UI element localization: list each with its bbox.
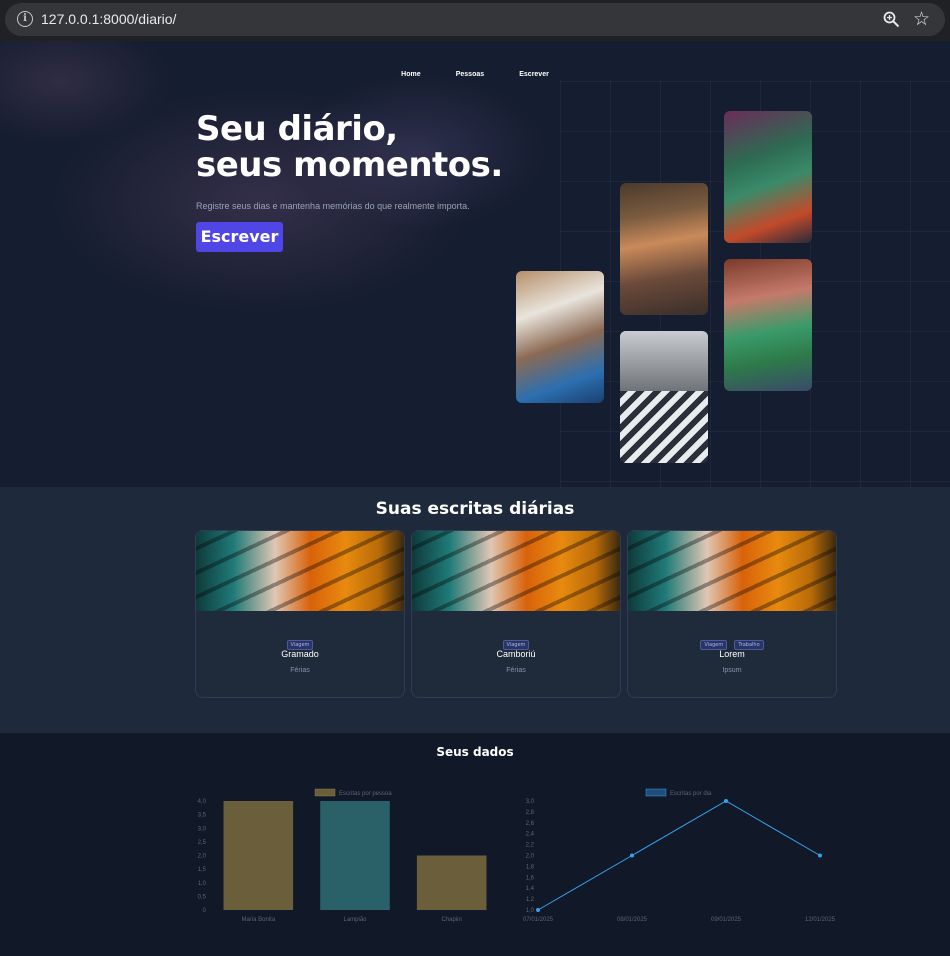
hero-title-line2: seus momentos. (196, 145, 503, 185)
y-tick-label: 1,2 (526, 897, 535, 903)
post-subtitle: Férias (506, 667, 526, 674)
y-tick-label: 2,8 (526, 810, 535, 816)
y-tick-label: 4,0 (198, 799, 207, 805)
photo-woman-laptop (620, 183, 708, 315)
post-tags: Viagem (412, 631, 620, 650)
x-tick-label: Chapiin (441, 917, 461, 923)
data-point (536, 908, 540, 912)
bar-chart-people: Escritas por pessoa 0 0,5 1,0 1,5 2,0 2,5 3,0 3,… (198, 788, 487, 923)
data-title: Seus dados (436, 745, 514, 759)
y-tick-label: 1,0 (198, 881, 207, 887)
post-subtitle: Férias (290, 667, 310, 674)
posts-title: Suas escritas diárias (375, 499, 575, 519)
data-point (818, 853, 822, 858)
photo-friends-sofa (724, 259, 812, 391)
photo-coworking-space (620, 331, 708, 463)
x-tick-label: Lampião (343, 917, 367, 923)
line-chart-days: Escritas por dia 1,0 1,2 1,4 1,6 1,8 2,0 2,2 2,4… (523, 788, 836, 923)
post-title: Lorem (719, 649, 745, 659)
bar (223, 801, 294, 910)
posts-section: Suas escritas diárias Viagem Gramado Fér… (0, 487, 950, 733)
post-card[interactable]: Viagem Camboriú Férias (411, 530, 621, 698)
x-tick-label: 09/01/2025 (711, 917, 742, 923)
post-card[interactable]: Viagem Trabalho Lorem Ipsum (627, 530, 837, 698)
y-tick-label: 2,6 (526, 821, 535, 827)
write-button[interactable]: Escrever (196, 222, 283, 252)
browser-toolbar: i 127.0.0.1:8000/diario/ ☆ (0, 0, 950, 41)
hero-title: Seu diário, seus momentos. (196, 111, 503, 183)
y-tick-label: 0 (203, 908, 207, 914)
y-tick-label: 2,5 (198, 840, 207, 846)
photo-office-whiteboard (516, 271, 604, 403)
legend-label: Escritas por pessoa (339, 791, 392, 797)
url-text[interactable]: 127.0.0.1:8000/diario/ (41, 11, 176, 27)
photo-friends-tablet (724, 111, 812, 243)
bookmark-star-icon[interactable]: ☆ (913, 8, 930, 30)
y-tick-label: 1,4 (526, 886, 535, 892)
post-card-image (196, 531, 404, 611)
x-tick-label: 12/01/2025 (805, 917, 836, 923)
zoom-icon[interactable] (883, 11, 900, 28)
data-point (724, 799, 728, 803)
legend-swatch (314, 788, 336, 797)
y-tick-label: 1,8 (526, 864, 535, 870)
y-tick-label: 2,2 (526, 843, 535, 849)
x-tick-label: 07/01/2025 (523, 917, 554, 923)
y-tick-label: 1,0 (526, 908, 535, 914)
nav-home[interactable]: Home (401, 71, 420, 78)
nav-escrever[interactable]: Escrever (519, 71, 549, 78)
post-tags: Viagem Trabalho (628, 631, 836, 650)
post-card[interactable]: Viagem Gramado Férias (195, 530, 405, 698)
post-title: Gramado (281, 649, 319, 659)
y-tick-label: 2,0 (526, 854, 535, 860)
post-title: Camboriú (496, 649, 536, 659)
data-point (630, 853, 634, 858)
series-line (537, 800, 821, 911)
y-tick-label: 2,4 (526, 832, 535, 838)
y-tick-label: 2,0 (198, 854, 207, 860)
nav-pessoas[interactable]: Pessoas (456, 71, 484, 78)
post-card-image (628, 531, 836, 611)
x-tick-label: 08/01/2025 (617, 917, 648, 923)
post-tags: Viagem (196, 631, 404, 650)
y-tick-label: 1,5 (198, 867, 207, 873)
hero-section: Home Pessoas Escrever Seu diário, seus m… (0, 41, 950, 487)
y-tick-label: 1,6 (526, 875, 535, 881)
post-subtitle: Ipsum (722, 667, 742, 674)
bar (416, 855, 487, 910)
hero-title-line1: Seu diário, (196, 109, 398, 149)
legend-swatch (645, 788, 667, 797)
hero-subtitle: Registre seus dias e mantenha memórias d… (196, 201, 470, 211)
y-tick-label: 3,0 (526, 799, 535, 805)
legend-label: Escritas por dia (670, 791, 712, 797)
y-tick-label: 3,0 (198, 826, 207, 832)
site-info-icon[interactable]: i (17, 11, 33, 27)
top-nav: Home Pessoas Escrever (0, 61, 950, 80)
data-section: Seus dados Escritas por pessoa 0 0,5 1,0 1,5… (0, 733, 950, 956)
post-card-image (412, 531, 620, 611)
y-tick-label: 0,5 (198, 894, 207, 900)
bar (320, 801, 390, 910)
address-bar[interactable]: i 127.0.0.1:8000/diario/ ☆ (5, 3, 945, 36)
y-tick-label: 3,5 (198, 813, 207, 819)
x-tick-label: Maria Bonita (241, 917, 275, 923)
